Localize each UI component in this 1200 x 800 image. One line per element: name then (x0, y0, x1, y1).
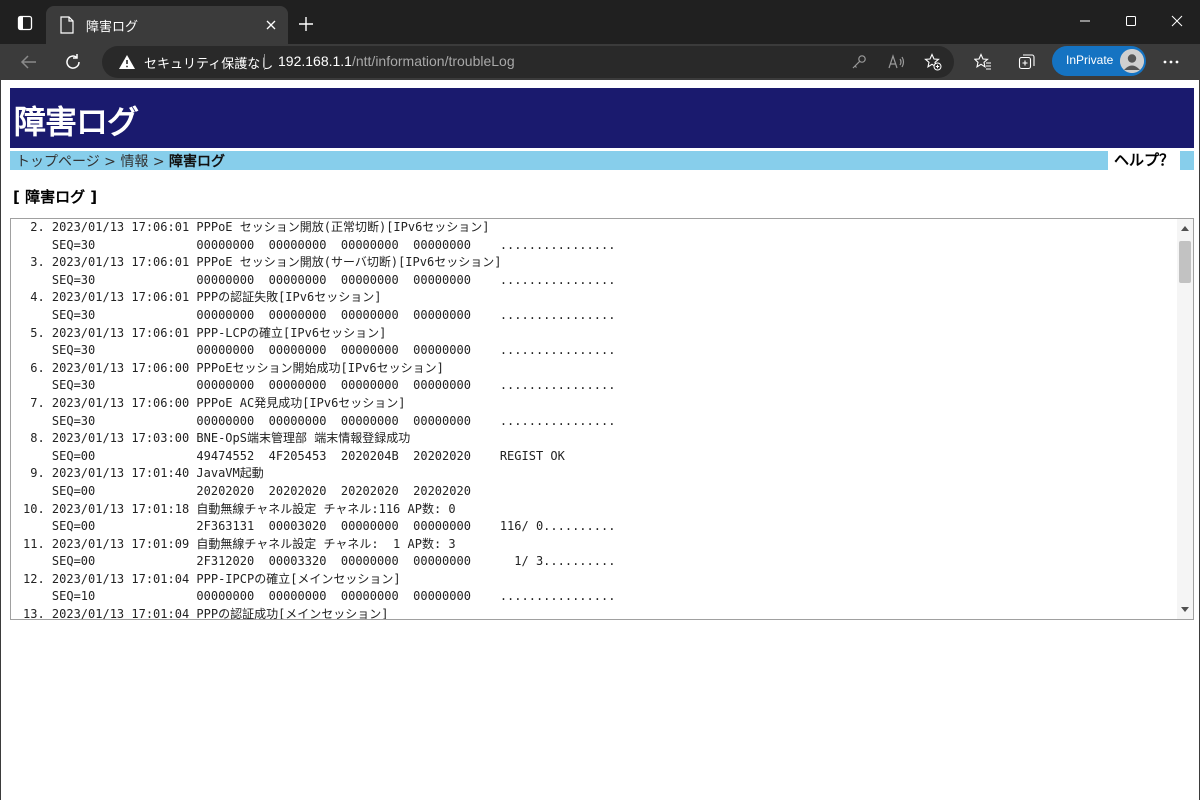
log-line: SEQ=00 20202020 20202020 20202020 202020… (23, 483, 471, 498)
warning-icon[interactable] (118, 54, 136, 70)
address-bar[interactable]: セキュリティ保護なし 192.168.1.1/ntt/information/t… (102, 46, 954, 78)
log-line: SEQ=30 00000000 00000000 00000000 000000… (23, 378, 616, 393)
log-line: 10. 2023/01/13 17:01:18 自動無線チャネル設定 チャネル:… (23, 501, 456, 516)
log-line: 5. 2023/01/13 17:06:01 PPP-LCPの確立[IPv6セッ… (23, 325, 387, 340)
browser-tab-bar: 障害ログ (0, 0, 1200, 44)
section-title: [ 障害ログ ] (13, 188, 98, 206)
log-line: SEQ=10 00000000 00000000 00000000 000000… (23, 589, 616, 604)
new-tab-icon[interactable] (294, 12, 318, 36)
inprivate-button[interactable]: InPrivate (1052, 46, 1146, 76)
log-line: SEQ=30 00000000 00000000 00000000 000000… (23, 272, 616, 287)
log-line: SEQ=00 2F363131 00003020 00000000 000000… (23, 519, 616, 534)
url-path: /ntt/information/troubleLog (351, 53, 515, 69)
scroll-thumb[interactable] (1179, 241, 1191, 283)
log-content: 2. 2023/01/13 17:06:01 PPPoE セッション開放(正常切… (11, 219, 1177, 619)
url-text[interactable]: 192.168.1.1/ntt/information/troubleLog (278, 53, 515, 69)
page-title: 障害ログ (14, 103, 139, 141)
log-line: SEQ=30 00000000 00000000 00000000 000000… (23, 343, 616, 358)
log-line: 2. 2023/01/13 17:06:01 PPPoE セッション開放(正常切… (23, 220, 490, 234)
back-icon[interactable] (14, 48, 44, 76)
browser-toolbar: セキュリティ保護なし 192.168.1.1/ntt/information/t… (0, 44, 1200, 80)
log-line: SEQ=00 2F312020 00003320 00000000 000000… (23, 554, 616, 569)
breadcrumb: トップページ > 情報 > 障害ログ (16, 151, 225, 171)
tab-actions-button[interactable] (8, 6, 42, 40)
key-icon[interactable] (848, 51, 870, 73)
page-icon (60, 16, 76, 34)
log-line: SEQ=30 00000000 00000000 00000000 000000… (23, 237, 616, 252)
refresh-icon[interactable] (58, 48, 88, 76)
trouble-log-textarea[interactable]: 2. 2023/01/13 17:06:01 PPPoE セッション開放(正常切… (10, 218, 1194, 620)
tab-title: 障害ログ (86, 20, 139, 35)
read-aloud-icon[interactable] (886, 51, 908, 73)
log-line: 8. 2023/01/13 17:03:00 BNE-OpS端末管理部 端末情報… (23, 431, 411, 446)
favorites-icon[interactable] (968, 48, 998, 76)
page-viewport: 障害ログ トップページ > 情報 > 障害ログ ヘルプ？ [ 障害ログ ] 2.… (0, 80, 1200, 800)
log-line: 4. 2023/01/13 17:06:01 PPPの認証失敗[IPv6セッショ… (23, 290, 382, 305)
breadcrumb-info-link[interactable]: 情報 (120, 154, 148, 170)
log-line: SEQ=30 00000000 00000000 00000000 000000… (23, 413, 616, 428)
maximize-icon[interactable] (1116, 8, 1146, 34)
breadcrumb-separator: > (148, 154, 170, 170)
close-window-icon[interactable] (1162, 8, 1192, 34)
log-line: 9. 2023/01/13 17:01:40 JavaVM起動 (23, 466, 264, 481)
log-line: 12. 2023/01/13 17:01:04 PPP-IPCPの確立[メインセ… (23, 571, 401, 586)
avatar (1120, 49, 1144, 73)
tab-close-icon[interactable] (262, 16, 280, 34)
log-line: 6. 2023/01/13 17:06:00 PPPoEセッション開始成功[IP… (23, 360, 444, 375)
log-line: SEQ=30 00000000 00000000 00000000 000000… (23, 307, 616, 322)
log-scrollbar[interactable] (1177, 219, 1193, 619)
log-line: 3. 2023/01/13 17:06:01 PPPoE セッション開放(サーバ… (23, 255, 502, 270)
browser-tab-active[interactable]: 障害ログ (46, 6, 288, 44)
address-divider (264, 54, 265, 70)
help-button[interactable]: ヘルプ？ (1108, 151, 1180, 170)
log-line: 7. 2023/01/13 17:06:00 PPPoE AC発見成功[IPv6… (23, 395, 406, 410)
breadcrumb-current: 障害ログ (169, 154, 226, 170)
more-options-icon[interactable] (1156, 48, 1186, 76)
add-favorite-icon[interactable] (922, 51, 944, 73)
url-host: 192.168.1.1 (278, 53, 352, 69)
breadcrumb-top-link[interactable]: トップページ (16, 154, 100, 170)
log-line: 11. 2023/01/13 17:01:09 自動無線チャネル設定 チャネル:… (23, 536, 456, 551)
log-line: SEQ=00 49474552 4F205453 2020204B 202020… (23, 448, 565, 463)
scroll-up-icon[interactable] (1177, 221, 1193, 235)
breadcrumb-bar: トップページ > 情報 > 障害ログ ヘルプ？ (10, 151, 1194, 170)
minimize-icon[interactable] (1070, 8, 1100, 34)
breadcrumb-separator: > (99, 154, 121, 170)
security-status[interactable]: セキュリティ保護なし (144, 53, 273, 72)
page-header: 障害ログ (10, 88, 1194, 148)
collections-icon[interactable] (1012, 48, 1042, 76)
inprivate-label: InPrivate (1066, 53, 1114, 67)
tab-actions-icon (17, 15, 33, 31)
scroll-down-icon[interactable] (1177, 603, 1193, 617)
log-line: 13. 2023/01/13 17:01:04 PPPの認証成功[メインセッショ… (23, 607, 389, 619)
